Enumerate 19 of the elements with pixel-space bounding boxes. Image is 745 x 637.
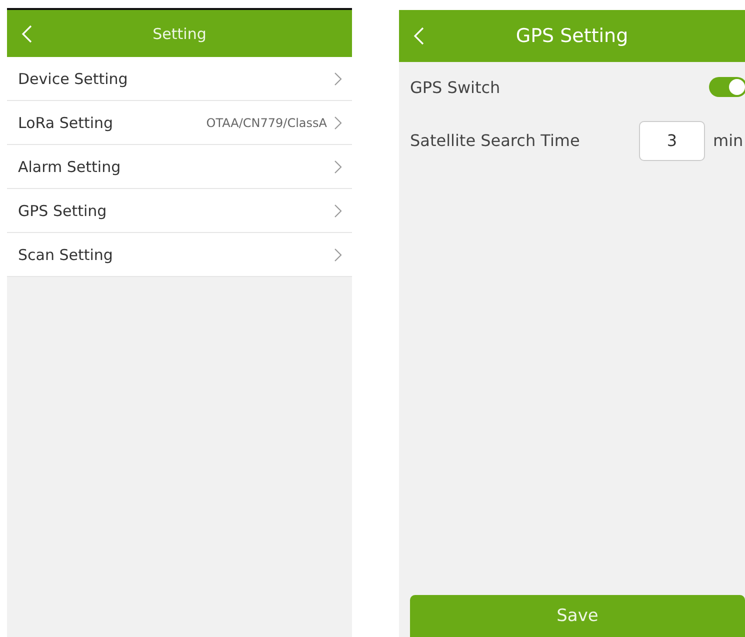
back-icon[interactable] (21, 24, 33, 44)
chevron-icon (334, 160, 342, 174)
settings-item[interactable]: GPS Setting (7, 189, 352, 233)
settings-item[interactable]: Scan Setting (7, 233, 352, 277)
switch-label: GPS Switch (410, 78, 502, 96)
screen-title: Setting (152, 24, 206, 42)
chevron-icon (334, 204, 342, 218)
screen-title: GPS Setting (516, 25, 628, 47)
chevron-icon (334, 72, 342, 86)
chevron-icon (334, 248, 342, 262)
back-icon[interactable] (413, 26, 425, 46)
field-label: Satellite Search Time (410, 131, 581, 150)
chevron-icon (334, 116, 342, 130)
settings-item[interactable]: LoRa Setting OTAA/CN779/ClassA (7, 101, 352, 145)
search-time-field[interactable]: 3 (639, 120, 705, 160)
unit-label: min (713, 131, 744, 150)
gps-toggle[interactable] (709, 77, 745, 97)
settings-item[interactable]: Alarm Setting (7, 145, 352, 189)
settings-item[interactable]: Device Setting (7, 57, 352, 101)
